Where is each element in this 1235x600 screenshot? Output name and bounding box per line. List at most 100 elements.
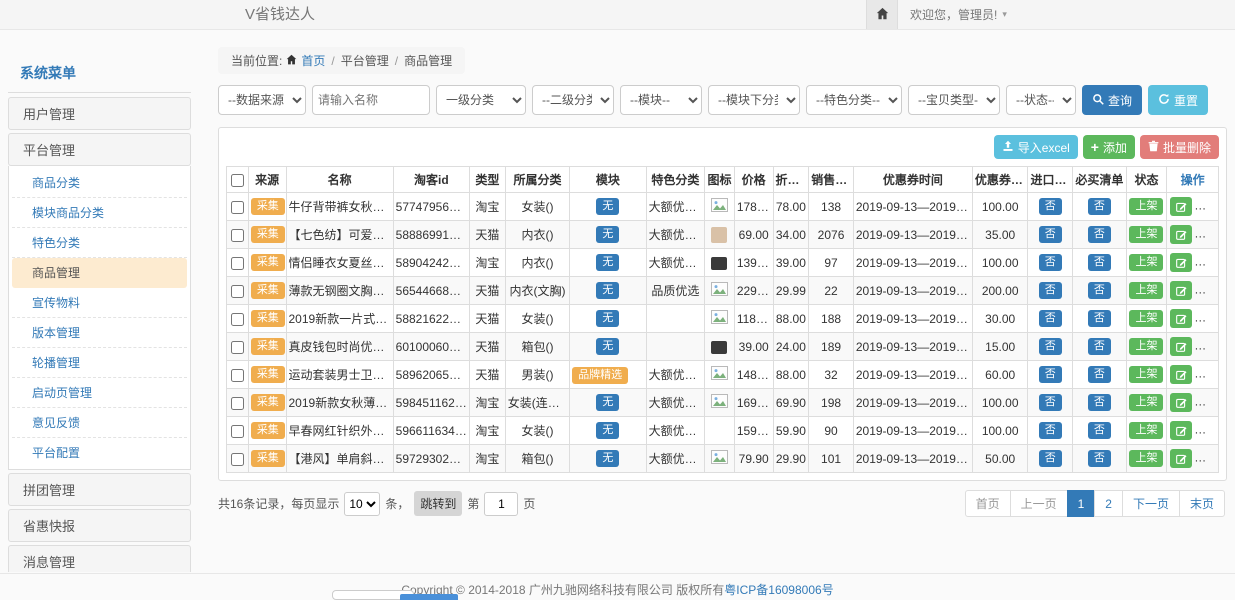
status-select[interactable]: --状态-- [1006,85,1076,115]
sidebar-item[interactable]: 轮播管理 [12,348,187,378]
sidebar-group[interactable]: 用户管理 [8,97,191,130]
icp-link[interactable]: 粤ICP备16098006号 [724,583,833,597]
sidebar-item[interactable]: 平台配置 [12,438,187,467]
pagination-row: 共16条记录，每页显示 10 条， 跳转到 第 页 首页上一页12下一页末页 [218,490,1227,517]
user-menu[interactable]: 欢迎您，管理员! ▾ [910,0,1007,29]
row-checkbox[interactable] [231,257,244,270]
status-badge[interactable]: 上架 [1129,226,1163,243]
import-select-toggle[interactable]: 否 [1039,254,1062,271]
module-subcategory-select[interactable]: --模块下分类-- [708,85,800,115]
add-button[interactable]: + 添加 [1083,135,1135,159]
search-button[interactable]: 查询 [1082,85,1142,115]
edit-button[interactable] [1170,309,1192,328]
status-badge[interactable]: 上架 [1129,450,1163,467]
edit-button[interactable] [1170,253,1192,272]
row-checkbox[interactable] [231,425,244,438]
pagination-controls: 首页上一页12下一页末页 [965,490,1225,517]
row-checkbox[interactable] [231,313,244,326]
row-checkbox[interactable] [231,201,244,214]
source-badge: 采集 [251,198,285,215]
row-checkbox[interactable] [231,285,244,298]
level2-category-select[interactable]: --二级分类-- [532,85,614,115]
row-checkbox[interactable] [231,397,244,410]
feature-category-select[interactable]: --特色分类-- [806,85,902,115]
data-source-select[interactable]: --数据来源-- [218,85,306,115]
edit-button[interactable] [1170,337,1192,356]
sales-count: 189 [809,333,854,361]
sidebar-item[interactable]: 意见反馈 [12,408,187,438]
row-checkbox[interactable] [231,369,244,382]
import-select-toggle[interactable]: 否 [1039,198,1062,215]
must-buy-toggle[interactable]: 否 [1088,254,1111,271]
product-image-icon [711,227,727,243]
breadcrumb-home-link[interactable]: 首页 [301,52,325,69]
import-select-toggle[interactable]: 否 [1039,282,1062,299]
sidebar-item[interactable]: 启动页管理 [12,378,187,408]
home-button[interactable] [866,0,898,29]
select-all-checkbox[interactable] [231,174,244,187]
page-number-input[interactable] [484,492,518,516]
import-select-toggle[interactable]: 否 [1039,226,1062,243]
sidebar-group[interactable]: 拼团管理 [8,473,191,506]
reset-button[interactable]: 重置 [1148,85,1208,115]
must-buy-toggle[interactable]: 否 [1088,226,1111,243]
status-badge[interactable]: 上架 [1129,198,1163,215]
page-button[interactable]: 下一页 [1122,490,1180,517]
status-badge[interactable]: 上架 [1129,254,1163,271]
level1-category-select[interactable]: 一级分类 [436,85,526,115]
status-badge[interactable]: 上架 [1129,282,1163,299]
must-buy-toggle[interactable]: 否 [1088,198,1111,215]
page-button[interactable]: 1 [1067,490,1096,517]
sidebar-item[interactable]: 版本管理 [12,318,187,348]
row-checkbox[interactable] [231,229,244,242]
sidebar-item[interactable]: 商品管理 [12,258,187,288]
must-buy-toggle[interactable]: 否 [1088,366,1111,383]
must-buy-toggle[interactable]: 否 [1088,282,1111,299]
status-badge[interactable]: 上架 [1129,422,1163,439]
import-select-toggle[interactable]: 否 [1039,338,1062,355]
sidebar-item[interactable]: 商品分类 [12,168,187,198]
item-type-select[interactable]: --宝贝类型-- [908,85,1000,115]
must-buy-toggle[interactable]: 否 [1088,310,1111,327]
jump-to-button[interactable]: 跳转到 [414,491,462,516]
batch-delete-button[interactable]: 批量删除 [1140,135,1219,159]
status-badge[interactable]: 上架 [1129,338,1163,355]
must-buy-toggle[interactable]: 否 [1088,394,1111,411]
edit-button[interactable] [1170,225,1192,244]
name-input[interactable] [312,85,430,115]
status-badge[interactable]: 上架 [1129,366,1163,383]
sidebar-group[interactable]: 平台管理 [8,133,191,166]
import-select-toggle[interactable]: 否 [1039,422,1062,439]
import-select-toggle[interactable]: 否 [1039,394,1062,411]
edit-button[interactable] [1170,281,1192,300]
edit-button[interactable] [1170,393,1192,412]
row-checkbox[interactable] [231,341,244,354]
must-buy-toggle[interactable]: 否 [1088,422,1111,439]
sidebar-item[interactable]: 特色分类 [12,228,187,258]
must-buy-toggle[interactable]: 否 [1088,450,1111,467]
taoke-id: 577479560965 [393,193,469,221]
sidebar-group[interactable]: 省惠快报 [8,509,191,542]
sidebar-item[interactable]: 宣传物料 [12,288,187,318]
row-checkbox[interactable] [231,453,244,466]
edit-button[interactable] [1170,365,1192,384]
edit-button[interactable] [1170,421,1192,440]
import-select-toggle[interactable]: 否 [1039,366,1062,383]
import-select-toggle[interactable]: 否 [1039,310,1062,327]
sidebar-item[interactable]: 模块商品分类 [12,198,187,228]
product-name: 运动套装男士卫衣初秋... [286,361,393,389]
module-select[interactable]: --模块-- [620,85,702,115]
edit-button[interactable] [1170,197,1192,216]
per-page-select[interactable]: 10 [344,492,380,516]
import-select-toggle[interactable]: 否 [1039,450,1062,467]
page-button[interactable]: 首页 [965,490,1011,517]
must-buy-toggle[interactable]: 否 [1088,338,1111,355]
status-badge[interactable]: 上架 [1129,310,1163,327]
page-button[interactable]: 末页 [1179,490,1225,517]
page-button[interactable]: 2 [1094,490,1123,517]
page-button[interactable]: 上一页 [1010,490,1068,517]
status-badge[interactable]: 上架 [1129,394,1163,411]
import-excel-button[interactable]: 导入excel [994,135,1078,159]
sidebar-group[interactable]: 消息管理 [8,545,191,572]
edit-button[interactable] [1170,449,1192,468]
